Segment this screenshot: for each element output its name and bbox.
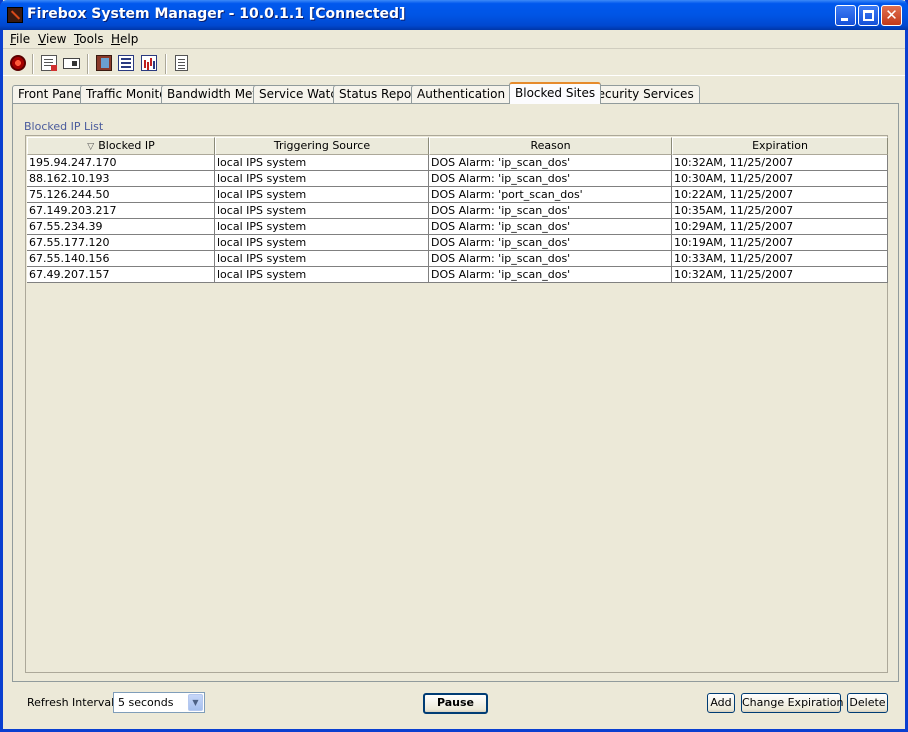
toolbar [3, 50, 905, 76]
cell-triggering-source: local IPS system [215, 187, 429, 203]
title-bar[interactable]: Firebox System Manager - 10.0.1.1 [Conne… [0, 0, 908, 30]
card-icon[interactable] [63, 58, 80, 69]
cell-expiration: 10:30AM, 11/25/2007 [672, 171, 888, 187]
close-icon: ✕ [885, 6, 898, 24]
stop-icon[interactable] [10, 55, 26, 71]
table-row[interactable]: 88.162.10.193 local IPS system DOS Alarm: … [27, 171, 888, 187]
table-row[interactable]: 75.126.244.50 local IPS system DOS Alarm: … [27, 187, 888, 203]
delete-button[interactable]: Delete [847, 693, 888, 713]
maximize-button[interactable] [858, 5, 879, 26]
toolbar-separator [32, 54, 34, 74]
cell-reason: DOS Alarm: 'port_scan_dos' [429, 187, 672, 203]
blocked-ip-list-label: Blocked IP List [24, 120, 104, 133]
table-row[interactable]: 67.55.234.39 local IPS system DOS Alarm: '… [27, 219, 888, 235]
menu-bar: File View Tools Help [3, 30, 905, 49]
clipboard-icon[interactable] [175, 55, 188, 71]
sort-descending-icon: ▽ [87, 142, 95, 152]
menu-help[interactable]: Help [111, 32, 138, 46]
toolbar-separator [87, 54, 89, 74]
cell-reason: DOS Alarm: 'ip_scan_dos' [429, 203, 672, 219]
cell-expiration: 10:33AM, 11/25/2007 [672, 251, 888, 267]
refresh-interval-value: 5 seconds [118, 696, 174, 709]
change-expiration-button[interactable]: Change Expiration [741, 693, 843, 713]
firebox-app-icon[interactable] [7, 7, 23, 23]
list-icon[interactable] [118, 55, 134, 71]
menu-file[interactable]: File [10, 32, 30, 46]
application-window: Firebox System Manager - 10.0.1.1 [Conne… [0, 0, 908, 732]
toolbar-separator [165, 54, 167, 74]
blocked-ip-table: ▽ Blocked IP Triggering Source Reason Exp… [27, 137, 888, 283]
cell-blocked-ip: 88.162.10.193 [27, 171, 215, 187]
cell-triggering-source: local IPS system [215, 219, 429, 235]
table-row[interactable]: 195.94.247.170 local IPS system DOS Alarm:… [27, 155, 888, 171]
cell-reason: DOS Alarm: 'ip_scan_dos' [429, 251, 672, 267]
table-body: 195.94.247.170 local IPS system DOS Alarm:… [27, 155, 888, 283]
pause-button[interactable]: Pause [423, 693, 488, 714]
cell-reason: DOS Alarm: 'ip_scan_dos' [429, 155, 672, 171]
tab-front-panel[interactable]: Front Panel [12, 85, 91, 104]
cell-expiration: 10:29AM, 11/25/2007 [672, 219, 888, 235]
cell-blocked-ip: 67.149.203.217 [27, 203, 215, 219]
cell-blocked-ip: 67.55.234.39 [27, 219, 215, 235]
column-header-triggering-source[interactable]: Triggering Source [215, 137, 429, 155]
cell-blocked-ip: 195.94.247.170 [27, 155, 215, 171]
table-row[interactable]: 67.55.177.120 local IPS system DOS Alarm: … [27, 235, 888, 251]
refresh-interval-label: Refresh Interval: [27, 696, 118, 709]
cell-triggering-source: local IPS system [215, 171, 429, 187]
cell-expiration: 10:35AM, 11/25/2007 [672, 203, 888, 219]
minimize-icon [841, 18, 848, 21]
tab-security-services[interactable]: Security Services [584, 85, 700, 104]
cell-reason: DOS Alarm: 'ip_scan_dos' [429, 219, 672, 235]
table-row[interactable]: 67.149.203.217 local IPS system DOS Alarm:… [27, 203, 888, 219]
performance-chart-icon[interactable] [141, 55, 157, 71]
window-title: Firebox System Manager - 10.0.1.1 [Conne… [27, 6, 406, 22]
minimize-button[interactable] [835, 5, 856, 26]
cell-expiration: 10:22AM, 11/25/2007 [672, 187, 888, 203]
cell-blocked-ip: 67.49.207.157 [27, 267, 215, 283]
cell-expiration: 10:32AM, 11/25/2007 [672, 155, 888, 171]
cell-blocked-ip: 75.126.244.50 [27, 187, 215, 203]
column-header-blocked-ip[interactable]: ▽ Blocked IP [27, 137, 215, 155]
maximize-icon [863, 10, 874, 21]
hostwatch-icon[interactable] [96, 55, 112, 71]
cell-expiration: 10:32AM, 11/25/2007 [672, 267, 888, 283]
menu-tools[interactable]: Tools [74, 32, 104, 46]
table-row[interactable]: 67.55.140.156 local IPS system DOS Alarm: … [27, 251, 888, 267]
menu-view[interactable]: View [38, 32, 66, 46]
chevron-down-icon[interactable]: ▼ [188, 694, 203, 711]
cell-reason: DOS Alarm: 'ip_scan_dos' [429, 235, 672, 251]
cell-triggering-source: local IPS system [215, 235, 429, 251]
cell-triggering-source: local IPS system [215, 251, 429, 267]
column-header-expiration[interactable]: Expiration [672, 137, 888, 155]
refresh-interval-select[interactable]: 5 seconds ▼ [113, 692, 205, 713]
cell-reason: DOS Alarm: 'ip_scan_dos' [429, 267, 672, 283]
cell-blocked-ip: 67.55.140.156 [27, 251, 215, 267]
blocked-sites-panel: Blocked IP List ▽ Blocked IP Triggering S… [12, 103, 899, 682]
document-report-icon[interactable] [41, 55, 57, 71]
cell-triggering-source: local IPS system [215, 267, 429, 283]
blocked-ip-list-group: ▽ Blocked IP Triggering Source Reason Exp… [25, 135, 888, 673]
cell-triggering-source: local IPS system [215, 155, 429, 171]
table-row[interactable]: 67.49.207.157 local IPS system DOS Alarm: … [27, 267, 888, 283]
cell-reason: DOS Alarm: 'ip_scan_dos' [429, 171, 672, 187]
cell-triggering-source: local IPS system [215, 203, 429, 219]
cell-expiration: 10:19AM, 11/25/2007 [672, 235, 888, 251]
column-header-reason[interactable]: Reason [429, 137, 672, 155]
tab-blocked-sites[interactable]: Blocked Sites [509, 82, 602, 104]
cell-blocked-ip: 67.55.177.120 [27, 235, 215, 251]
table-header: ▽ Blocked IP Triggering Source Reason Exp… [27, 137, 888, 155]
close-button[interactable]: ✕ [881, 5, 902, 26]
add-button[interactable]: Add [707, 693, 735, 713]
